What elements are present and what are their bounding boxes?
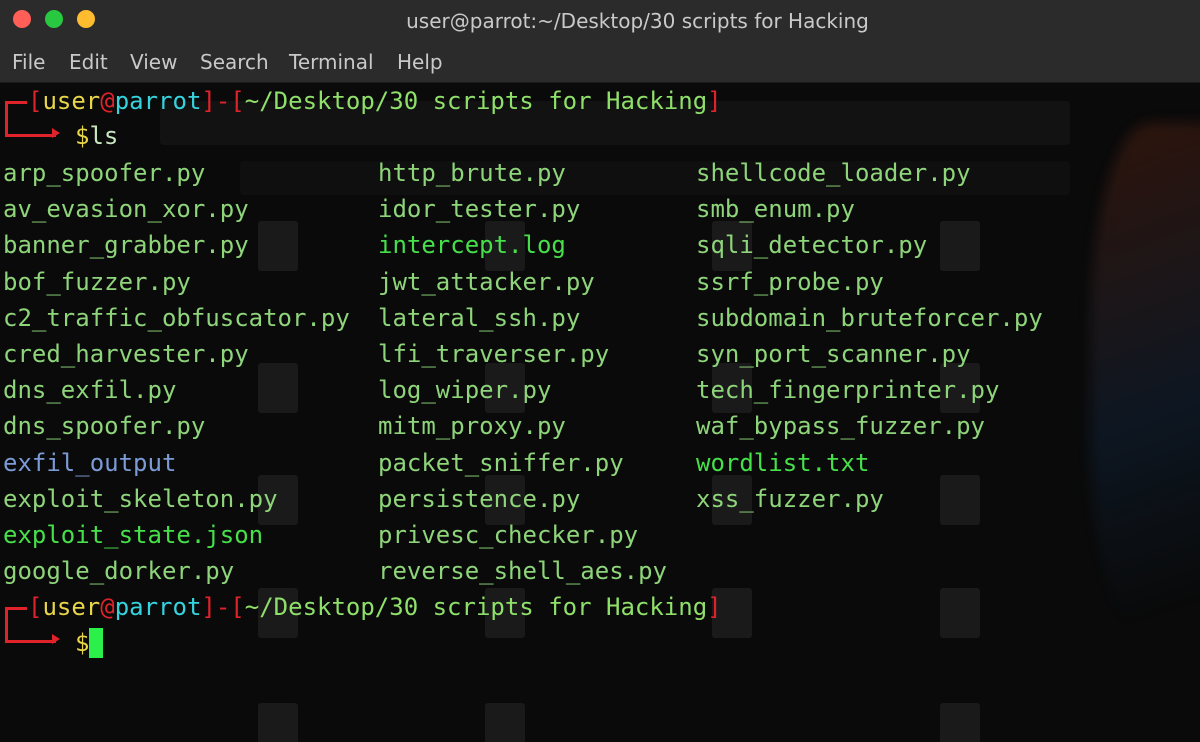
text-cursor	[89, 628, 103, 658]
menu-file[interactable]: File	[12, 50, 45, 74]
prompt-path: ~/Desktop/30 scripts for Hacking	[244, 87, 708, 115]
file-entry: smb_enum.py	[696, 195, 855, 224]
file-entry: http_brute.py	[378, 159, 566, 187]
prompt-symbol-2: $	[75, 629, 90, 657]
prompt-host: parrot	[114, 87, 202, 115]
file-entry: banner_grabber.py	[3, 231, 249, 260]
active-command-line[interactable]: $	[75, 628, 89, 658]
command-text: ls	[89, 122, 119, 150]
file-entry: shellcode_loader.py	[696, 159, 971, 187]
file-entry: lfi_traverser.py	[378, 340, 610, 368]
file-entry: log_wiper.py	[378, 376, 552, 405]
file-entry: ssrf_probe.py	[696, 267, 884, 296]
prompt-symbol: $	[75, 122, 90, 150]
terminal-output[interactable]: [user@parrot]-[~/Desktop/30 scripts for …	[0, 83, 1200, 742]
file-entry: waf_bypass_fuzzer.py	[696, 412, 985, 441]
file-entry: wordlist.txt	[696, 448, 870, 477]
prompt-line-2: [user@parrot]-[~/Desktop/30 scripts for …	[28, 593, 722, 621]
title-bar[interactable]: user@parrot:~/Desktop/30 scripts for Hac…	[0, 0, 1200, 42]
file-entry: packet_sniffer.py	[378, 448, 624, 477]
file-entry: xss_fuzzer.py	[696, 484, 884, 513]
menu-edit[interactable]: Edit	[69, 50, 108, 74]
file-entry: exploit_state.json	[3, 521, 264, 549]
file-entry: lateral_ssh.py	[378, 303, 581, 332]
file-entry: reverse_shell_aes.py	[378, 557, 667, 586]
window-title: user@parrot:~/Desktop/30 scripts for Hac…	[406, 9, 869, 33]
file-entry: cred_harvester.py	[3, 340, 249, 368]
file-entry: c2_traffic_obfuscator.py	[3, 303, 350, 332]
file-entry: exploit_skeleton.py	[3, 484, 278, 513]
file-entry: sqli_detector.py	[696, 231, 928, 260]
prompt-frame-corner-2	[5, 608, 56, 643]
command-line: $ls	[75, 121, 118, 151]
prompt-frame-corner	[5, 102, 56, 137]
prompt-path-2: ~/Desktop/30 scripts for Hacking	[244, 593, 708, 621]
prompt-arrow-icon-2	[52, 634, 60, 644]
menu-search[interactable]: Search	[200, 50, 269, 74]
file-entry: mitm_proxy.py	[378, 412, 566, 441]
file-entry: syn_port_scanner.py	[696, 340, 971, 368]
file-entry: google_dorker.py	[3, 557, 235, 586]
prompt-at: @	[100, 87, 115, 115]
prompt-host-2: parrot	[114, 593, 202, 621]
file-entry: tech_fingerprinter.py	[696, 376, 1000, 405]
file-entry: persistence.py	[378, 484, 581, 513]
file-entry: jwt_attacker.py	[378, 267, 595, 296]
menu-terminal[interactable]: Terminal	[289, 50, 374, 74]
file-entry: dns_spoofer.py	[3, 412, 206, 441]
prompt-line-1: [user@parrot]-[~/Desktop/30 scripts for …	[28, 87, 722, 115]
menu-bar: File Edit View Search Terminal Help	[0, 42, 1200, 83]
file-entry: arp_spoofer.py	[3, 159, 206, 187]
file-entry: bof_fuzzer.py	[3, 267, 191, 296]
file-entry: idor_tester.py	[378, 195, 581, 224]
file-entry: privesc_checker.py	[378, 521, 639, 549]
menu-help[interactable]: Help	[397, 50, 443, 74]
terminal-window: user@parrot:~/Desktop/30 scripts for Hac…	[0, 0, 1200, 742]
file-entry: dns_exfil.py	[3, 376, 177, 405]
prompt-at-2: @	[100, 593, 115, 621]
prompt-arrow-icon	[52, 128, 60, 138]
file-entry: intercept.log	[378, 231, 566, 260]
directory-entry: exfil_output	[3, 448, 177, 477]
file-entry: av_evasion_xor.py	[3, 195, 249, 224]
file-entry: subdomain_bruteforcer.py	[696, 303, 1043, 332]
menu-view[interactable]: View	[130, 50, 177, 74]
